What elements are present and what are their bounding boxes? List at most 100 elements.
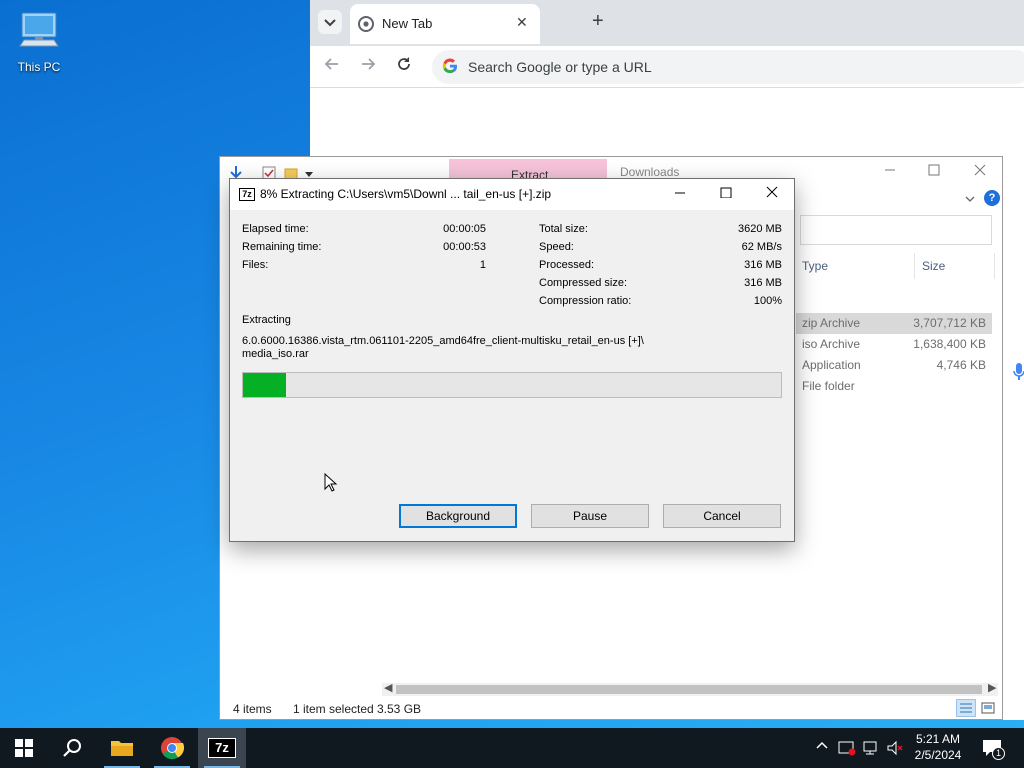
stat-value: 62 MB/s [741, 241, 782, 253]
explorer-search-box[interactable] [800, 215, 992, 245]
scrollbar-thumb[interactable] [396, 685, 982, 694]
reload-icon[interactable] [396, 56, 412, 77]
column-separator[interactable] [994, 253, 995, 279]
action-label: Extracting [242, 314, 291, 326]
minimize-icon[interactable] [884, 163, 896, 180]
stat-value: 1 [479, 259, 486, 271]
background-button[interactable]: Background [399, 504, 517, 528]
stat-value: 316 MB [744, 277, 782, 289]
tab-close-icon[interactable]: ✕ [516, 14, 528, 31]
stat-label: Compression ratio: [539, 295, 632, 307]
scroll-right-icon[interactable]: ▶ [988, 681, 996, 694]
file-type: Application [802, 358, 861, 372]
notification-badge: 1 [992, 747, 1005, 760]
close-icon[interactable] [766, 185, 778, 203]
horizontal-scrollbar[interactable]: ◀ ▶ [382, 681, 998, 696]
current-file-path-line2: media_iso.rar [242, 348, 309, 360]
stat-value: 316 MB [744, 259, 782, 271]
file-type: iso Archive [802, 337, 861, 351]
taskbar-7zip[interactable]: 7z [198, 728, 246, 768]
stat-label: Processed: [539, 259, 595, 271]
stat-label: Speed: [539, 241, 574, 253]
large-icons-view-icon [981, 702, 995, 714]
desktop-icon-this-pc[interactable]: This PC [10, 8, 68, 78]
taskbar: 7z 5:21 AM 2/5/2024 1 [0, 728, 1024, 768]
search-icon [63, 739, 81, 757]
tray-date: 2/5/2024 [914, 748, 962, 762]
desktop-icon-label: This PC [17, 60, 61, 74]
status-selected-size: 3.53 GB [377, 702, 422, 716]
mouse-cursor-icon [324, 473, 338, 492]
tray-clock[interactable]: 5:21 AM 2/5/2024 [908, 731, 968, 763]
file-list-row[interactable]: File folder [796, 376, 992, 397]
dialog-title-bar: 7z 8% Extracting C:\Users\vm5\Downl ... … [230, 179, 794, 210]
stat-value: 100% [753, 295, 782, 307]
windows-logo-icon [15, 739, 33, 757]
taskbar-file-explorer[interactable] [98, 728, 146, 768]
maximize-icon[interactable] [720, 185, 732, 203]
column-separator[interactable] [914, 253, 915, 279]
large-icons-view-button[interactable] [978, 699, 998, 717]
google-logo-icon [442, 58, 458, 74]
notification-center-button[interactable]: 1 [980, 736, 1005, 760]
tab-new-tab[interactable]: New Tab ✕ [350, 4, 540, 44]
taskbar-chrome[interactable] [148, 728, 196, 768]
details-view-icon [960, 703, 972, 713]
chrome-logo-icon [358, 16, 374, 32]
extract-progress-dialog: 7z 8% Extracting C:\Users\vm5\Downl ... … [229, 178, 795, 542]
tray-time: 5:21 AM [915, 732, 961, 746]
file-size: 3,707,712 KB [913, 316, 986, 330]
stat-value: 00:00:05 [443, 223, 486, 235]
stat-label: Remaining time: [242, 241, 322, 253]
security-tray-icon[interactable] [838, 740, 856, 759]
extraction-progress-bar [242, 372, 782, 398]
new-tab-button[interactable]: + [592, 10, 604, 33]
microphone-icon [1013, 363, 1024, 380]
chrome-toolbar: Search Google or type a URL [310, 46, 1024, 88]
ribbon-expand-chevron-icon[interactable] [964, 193, 976, 205]
column-header-type[interactable]: Type [802, 259, 828, 273]
maximize-icon[interactable] [928, 163, 940, 180]
file-size: 4,746 KB [936, 358, 986, 372]
file-type: File folder [802, 379, 855, 393]
forward-arrow-icon[interactable] [360, 56, 376, 77]
chrome-logo-icon [161, 737, 184, 760]
file-list-row[interactable]: zip Archive 3,707,712 KB [796, 313, 992, 334]
status-selected-count: 1 item selected [293, 702, 374, 716]
file-list-row[interactable]: iso Archive 1,638,400 KB [796, 334, 992, 355]
file-list-row[interactable]: Application 4,746 KB [796, 355, 992, 376]
network-icon[interactable] [862, 740, 880, 759]
tab-search-button[interactable] [318, 10, 342, 34]
chevron-down-icon [324, 19, 336, 27]
status-item-count: 4 items [233, 702, 272, 716]
stat-label: Files: [242, 259, 269, 271]
volume-muted-icon[interactable] [886, 740, 904, 759]
progress-fill [243, 373, 287, 397]
start-button[interactable] [0, 728, 48, 768]
explorer-status-bar: 4 items 1 item selected 3.53 GB [220, 697, 1002, 719]
show-hidden-icons-chevron-icon[interactable] [816, 740, 828, 755]
column-header-size[interactable]: Size [922, 259, 945, 273]
details-view-button[interactable] [956, 699, 976, 717]
omnibox[interactable]: Search Google or type a URL [432, 50, 1024, 84]
stat-value: 3620 MB [737, 223, 782, 235]
file-type: zip Archive [802, 316, 861, 330]
stat-label: Elapsed time: [242, 223, 309, 235]
pause-button[interactable]: Pause [531, 504, 649, 528]
minimize-icon[interactable] [674, 185, 686, 203]
tab-title: New Tab [382, 16, 433, 31]
stat-value: 00:00:53 [443, 241, 486, 253]
folder-icon [111, 741, 133, 756]
back-arrow-icon[interactable] [324, 56, 340, 77]
7zip-app-icon: 7z [208, 738, 236, 758]
search-button[interactable] [48, 728, 96, 768]
close-icon[interactable] [974, 163, 986, 180]
scroll-left-icon[interactable]: ◀ [384, 681, 392, 694]
stat-label: Compressed size: [539, 277, 628, 289]
chrome-tab-bar: New Tab ✕ + [310, 0, 1024, 46]
omnibox-placeholder: Search Google or type a URL [468, 59, 652, 75]
cancel-button[interactable]: Cancel [663, 504, 781, 528]
computer-icon [19, 12, 59, 47]
help-icon[interactable]: ? [984, 190, 1000, 206]
file-size: 1,638,400 KB [913, 337, 986, 351]
